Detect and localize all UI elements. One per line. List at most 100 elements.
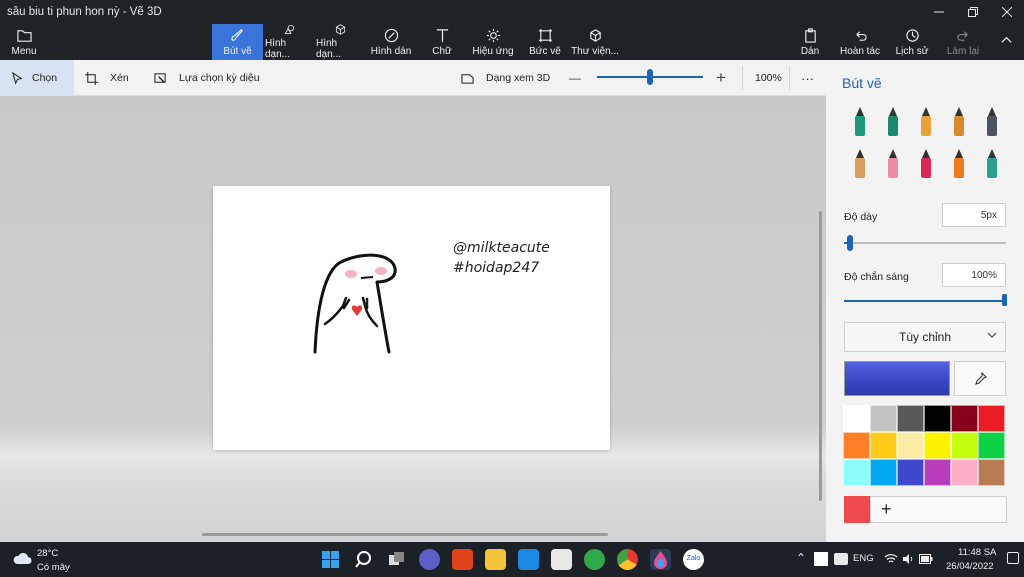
more-options-button[interactable]: ··· <box>801 60 814 96</box>
color-swatch[interactable] <box>870 459 897 486</box>
close-button[interactable] <box>990 0 1024 24</box>
fill-bucket-brush-button[interactable] <box>982 148 1002 180</box>
store-icon[interactable] <box>551 549 572 570</box>
notification-icon[interactable] <box>1007 552 1019 564</box>
crop-button[interactable]: Xén <box>85 60 135 96</box>
drawing-canvas[interactable]: @milkteacute #hoidap247 <box>213 186 610 450</box>
chevron-up-icon <box>1000 36 1012 43</box>
watercolor-brush-button[interactable] <box>949 106 969 138</box>
color-swatch[interactable] <box>843 459 870 486</box>
show-hidden-icons-button[interactable]: ⌃ <box>796 551 806 565</box>
undo-button[interactable]: Hoàn tác <box>838 24 882 60</box>
paste-label: Dán <box>800 45 820 57</box>
opacity-slider-thumb[interactable] <box>1002 294 1007 306</box>
zoom-value[interactable]: 100% <box>755 60 782 96</box>
current-color-swatch[interactable] <box>844 361 950 396</box>
paste-button[interactable]: Dán <box>796 24 824 60</box>
color-swatch[interactable] <box>897 405 924 432</box>
eraser-brush-icon <box>888 149 898 178</box>
thickness-slider-thumb[interactable] <box>847 235 854 251</box>
oil-brush-button[interactable] <box>916 106 936 138</box>
thickness-input[interactable]: 5px <box>942 203 1006 227</box>
menu-button[interactable]: Menu <box>6 24 42 60</box>
color-swatch[interactable] <box>978 405 1005 432</box>
tool-effects[interactable]: Hiệu ứng <box>470 24 516 60</box>
language-indicator[interactable]: ENG <box>853 553 874 564</box>
tool-2d-shapes[interactable]: Hình dạn... <box>265 24 313 60</box>
antivirus-icon[interactable] <box>814 552 828 566</box>
weather-desc: Có mây <box>37 562 70 573</box>
color-swatch[interactable] <box>924 459 951 486</box>
thickness-slider-track[interactable] <box>844 242 1006 244</box>
volume-icon[interactable] <box>902 553 914 565</box>
color-swatch[interactable] <box>897 432 924 459</box>
crayon-brush-button[interactable] <box>916 148 936 180</box>
color-swatch[interactable] <box>951 459 978 486</box>
calligraphy-pen-brush-button[interactable] <box>883 106 903 138</box>
chrome-icon[interactable] <box>617 549 638 570</box>
network-tray-icon[interactable] <box>834 553 848 565</box>
color-swatch[interactable] <box>897 459 924 486</box>
zoom-plus-label: + <box>716 68 726 87</box>
color-swatch[interactable] <box>870 405 897 432</box>
spray-can-brush-button[interactable] <box>949 148 969 180</box>
add-color-button[interactable]: + <box>870 496 1007 523</box>
tool-3d-shapes[interactable]: Hình dạn... <box>316 24 364 60</box>
pixel-pen-brush-button[interactable] <box>982 106 1002 138</box>
color-swatch[interactable] <box>924 432 951 459</box>
file-explorer-icon[interactable] <box>485 549 506 570</box>
marker-brush-button[interactable] <box>850 106 870 138</box>
collapse-ribbon-button[interactable] <box>994 24 1018 60</box>
clock-date[interactable]: 26/04/2022 <box>946 561 994 572</box>
battery-icon[interactable] <box>919 554 933 564</box>
office-icon[interactable] <box>452 549 473 570</box>
pencil-brush-button[interactable] <box>850 148 870 180</box>
chat-icon[interactable] <box>419 549 440 570</box>
preset-dropdown[interactable]: Tùy chỉnh <box>844 322 1006 352</box>
tool-text[interactable]: Chữ <box>425 24 459 60</box>
zoom-out-button[interactable]: — <box>569 60 581 96</box>
history-button[interactable]: Lịch sử <box>893 24 931 60</box>
color-swatch[interactable] <box>843 405 870 432</box>
minimize-button[interactable] <box>922 0 956 24</box>
maximize-button[interactable] <box>956 0 990 24</box>
eyedropper-button[interactable] <box>954 361 1006 396</box>
color-swatch[interactable] <box>951 432 978 459</box>
clock-time[interactable]: 11:48 SA <box>958 547 996 558</box>
canvas-text-line-2: #hoidap247 <box>453 260 540 276</box>
tool-canvas[interactable]: Bức vẽ <box>525 24 565 60</box>
color-swatch[interactable] <box>951 405 978 432</box>
task-view-icon[interactable] <box>386 549 407 570</box>
zoom-slider-thumb[interactable] <box>647 69 653 85</box>
opacity-input[interactable]: 100% <box>942 263 1006 287</box>
color-swatch[interactable] <box>978 459 1005 486</box>
color-swatch[interactable] <box>843 432 870 459</box>
horizontal-scrollbar[interactable] <box>202 533 608 536</box>
tool-stickers[interactable]: Hình dán <box>368 24 414 60</box>
paint-3d-icon[interactable] <box>650 549 671 570</box>
select-button[interactable]: Chọn <box>0 60 74 96</box>
zalo-icon[interactable]: Zalo <box>683 549 704 570</box>
magic-select-button[interactable]: Lựa chọn kỳ diệu <box>154 60 260 96</box>
wifi-icon[interactable] <box>884 553 898 565</box>
view-3d-button[interactable]: Dạng xem 3D <box>461 60 550 96</box>
color-swatch[interactable] <box>924 405 951 432</box>
redo-button[interactable]: Làm lại <box>944 24 982 60</box>
vertical-scrollbar[interactable] <box>819 211 822 501</box>
search-icon[interactable] <box>353 549 374 570</box>
custom-color-swatch[interactable] <box>844 496 870 523</box>
color-swatch[interactable] <box>978 432 1005 459</box>
fill-bucket-brush-icon <box>987 149 997 178</box>
browser-icon[interactable] <box>584 549 605 570</box>
tool-brushes[interactable]: Bút vẽ <box>212 24 263 60</box>
color-swatch[interactable] <box>870 432 897 459</box>
eraser-brush-button[interactable] <box>883 148 903 180</box>
doodle-drawing <box>313 253 397 354</box>
watercolor-brush-icon <box>954 107 964 136</box>
mail-icon[interactable] <box>518 549 539 570</box>
zoom-in-button[interactable]: + <box>716 60 726 96</box>
weather-widget[interactable] <box>12 551 32 568</box>
cursor-icon <box>12 71 23 85</box>
tool-3d-library[interactable]: Thư viện... <box>570 24 620 60</box>
start-icon[interactable] <box>320 549 341 570</box>
